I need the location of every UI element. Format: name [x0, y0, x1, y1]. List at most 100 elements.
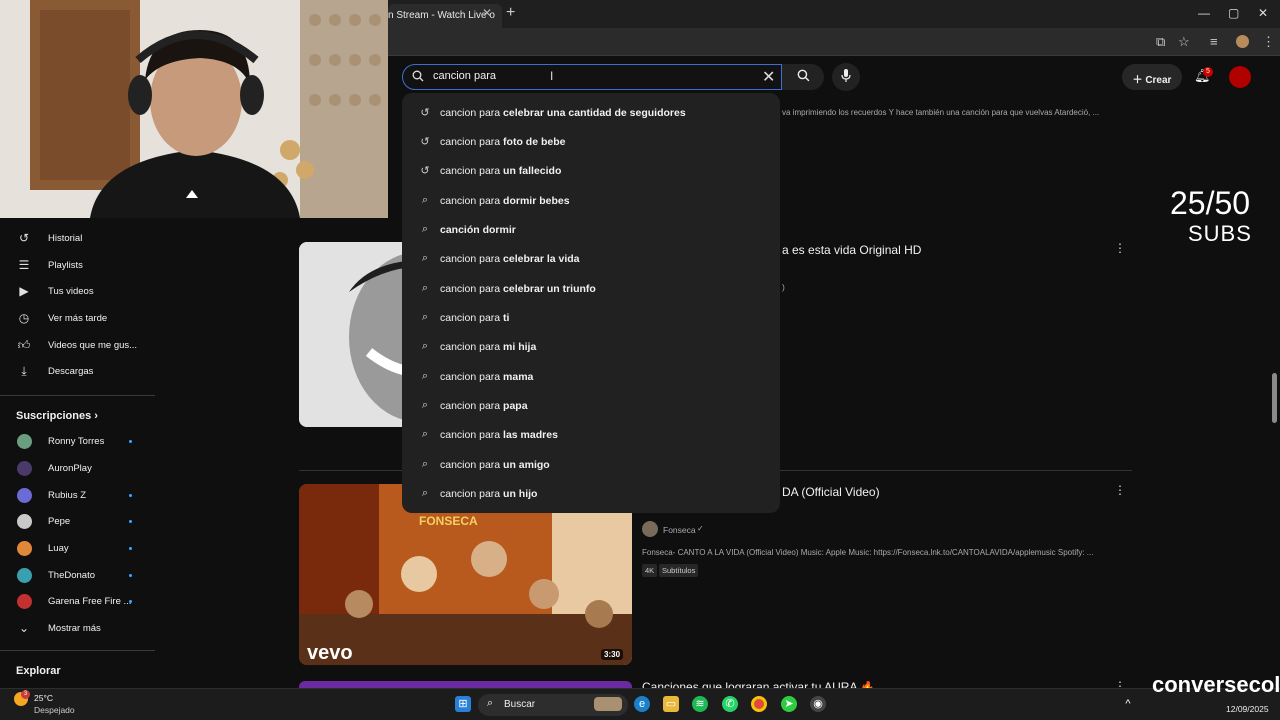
badge-4k: 4K — [642, 564, 658, 577]
video-description: Fonseca- CANTO A LA VIDA (Official Video… — [642, 548, 1094, 557]
suggestion-text: cancion para un fallecido — [440, 165, 562, 177]
video-title[interactable]: Canciones que lograran activar tu AURA 🔥 — [642, 681, 875, 688]
reading-list-icon[interactable]: ≡ — [1210, 34, 1218, 49]
video-duration: 3:30 — [601, 649, 624, 660]
plus-icon: ＋ — [1132, 75, 1146, 86]
subscription-item[interactable]: Garena Free Fire ... — [0, 589, 155, 615]
suggestion-text: cancion para foto de bebe — [440, 136, 566, 148]
suggestion-text: cancion para celebrar una cantidad de se… — [440, 107, 686, 119]
taskbar-date: 12/09/2025 — [1226, 704, 1269, 714]
subscriptions-heading[interactable]: Suscripciones › — [16, 410, 98, 422]
minimize-button[interactable]: — — [1198, 6, 1210, 20]
suggestion-item[interactable]: ⌕ cancion para mi hija — [402, 332, 780, 361]
file-explorer-icon[interactable]: ▭ — [663, 696, 679, 712]
sidebar-item-playlists[interactable]: ☰ Playlists — [0, 253, 155, 279]
new-content-dot — [129, 600, 132, 603]
video-title[interactable]: a es esta vida Original HD — [782, 243, 921, 257]
subscription-item[interactable]: Luay — [0, 536, 155, 562]
suggestion-item[interactable]: ⌕ cancion para dormir bebes — [402, 186, 780, 215]
taskbar-search-label: Buscar — [504, 699, 536, 710]
browser-menu-icon[interactable]: ⋮ — [1262, 34, 1275, 50]
weather-temperature[interactable]: 25°C — [34, 693, 53, 703]
suggestion-item[interactable]: ⌕ cancion para celebrar la vida — [402, 244, 780, 273]
video-title[interactable]: DA (Official Video) — [782, 485, 880, 499]
video-thumbnail[interactable] — [299, 681, 632, 688]
subscription-label: Pepe — [48, 516, 71, 527]
sidebar-item-label: Playlists — [48, 260, 83, 271]
subscription-label: Garena Free Fire ... — [48, 596, 132, 607]
search-input[interactable]: cancion para — [433, 70, 496, 82]
history-icon: ↺ — [420, 136, 430, 148]
more-options-icon[interactable]: ⋮ — [1114, 679, 1126, 688]
vevo-logo: vevo — [307, 642, 353, 664]
windows-start-icon[interactable]: ⊞ — [455, 696, 471, 712]
suggestion-item[interactable]: ↺ cancion para foto de bebe — [402, 127, 780, 156]
subscription-item[interactable]: Rubius Z — [0, 483, 155, 509]
edge-browser-icon[interactable]: e — [634, 696, 650, 712]
install-icon[interactable]: ⧉ — [1156, 34, 1165, 50]
subscription-item[interactable]: Pepe — [0, 509, 155, 535]
browser-profile-avatar[interactable] — [1236, 35, 1249, 48]
new-content-dot — [129, 520, 132, 523]
sidebar-item-tus-videos[interactable]: ▶︎ Tus videos — [0, 279, 155, 305]
search-highlight-icon[interactable] — [594, 697, 622, 711]
suggestion-item[interactable]: ⌕ cancion para las madres — [402, 420, 780, 449]
suggestion-item[interactable]: ↺ cancion para celebrar una cantidad de s… — [402, 98, 780, 127]
sidebar-divider — [0, 650, 155, 651]
search-icon: ⌕ — [421, 399, 429, 411]
bookmark-star-icon[interactable]: ☆ — [1178, 34, 1190, 50]
channel-avatar[interactable] — [642, 521, 658, 537]
suggestion-item[interactable]: ⌕ cancion para un amigo — [402, 450, 780, 479]
suggestion-item[interactable]: ⌕ cancion para celebrar un triunfo — [402, 274, 780, 303]
create-button[interactable]: ＋ Crear — [1122, 64, 1182, 90]
voice-search-button[interactable] — [832, 63, 860, 91]
history-icon: ↺ — [18, 231, 30, 245]
suggestion-text: cancion para un amigo — [440, 459, 550, 471]
close-window-button[interactable]: ✕ — [1258, 6, 1268, 20]
sidebar: ↺ Historial ☰ Playlists ▶︎ Tus videos ◷ … — [0, 218, 155, 688]
suggestion-item[interactable]: ⌕ cancion para papa — [402, 391, 780, 420]
search-icon: ⌕ — [421, 223, 429, 235]
search-icon — [797, 69, 809, 82]
new-tab-button[interactable]: + — [506, 4, 515, 22]
clear-search-icon[interactable]: ✕ — [762, 67, 775, 87]
channel-name[interactable]: Fonseca — [663, 525, 696, 535]
channel-avatar — [17, 541, 32, 556]
chrome-icon[interactable] — [751, 696, 767, 712]
spotify-icon[interactable]: ≋ — [692, 696, 708, 712]
subscription-item[interactable]: TheDonato — [0, 563, 155, 589]
sidebar-item-label: Historial — [48, 233, 83, 244]
sidebar-item-historial[interactable]: ↺ Historial — [0, 226, 155, 252]
verified-icon: ✓ — [697, 524, 704, 533]
sidebar-item-liked-videos[interactable]: 👍︎ Videos que me gus... — [0, 333, 155, 359]
suggestion-item[interactable]: ⌕ cancion para mama — [402, 362, 780, 391]
tray-chevron-up-icon[interactable]: ^ — [1122, 696, 1134, 712]
search-button[interactable] — [782, 64, 824, 90]
suggestion-item[interactable]: ↺ cancion para un fallecido — [402, 156, 780, 185]
more-options-icon[interactable]: ⋮ — [1114, 483, 1126, 497]
show-more-button[interactable]: ⌄ Mostrar más — [0, 616, 155, 642]
sidebar-item-descargas[interactable]: ⤓ Descargas — [0, 359, 155, 385]
tab-close-icon[interactable]: ✕ — [482, 6, 492, 20]
subscriptions-title: Suscripciones — [16, 410, 92, 422]
maximize-button[interactable]: ▢ — [1228, 6, 1239, 20]
conversecol-watermark-logo: conversecol — [1152, 672, 1280, 697]
app-icon[interactable]: ➤ — [781, 696, 797, 712]
obs-icon[interactable]: ◉ — [810, 696, 826, 712]
channel-avatar — [17, 568, 32, 583]
subscription-label: Ronny Torres — [48, 436, 105, 447]
subscription-label: Rubius Z — [48, 490, 87, 501]
whatsapp-icon[interactable]: ✆ — [722, 696, 738, 712]
more-options-icon[interactable]: ⋮ — [1114, 241, 1126, 255]
sidebar-item-ver-mas-tarde[interactable]: ◷ Ver más tarde — [0, 306, 155, 332]
account-avatar[interactable] — [1229, 66, 1251, 88]
subscription-item[interactable]: AuronPlay — [0, 456, 155, 482]
channel-avatar — [17, 514, 32, 529]
page-scrollbar-thumb[interactable] — [1272, 373, 1277, 423]
suggestion-item[interactable]: ⌕ cancion para ti — [402, 303, 780, 332]
new-content-dot — [129, 547, 132, 550]
search-suggestions-dropdown: ↺ cancion para celebrar una cantidad de s… — [402, 93, 780, 513]
suggestion-item[interactable]: ⌕ cancion para un hijo — [402, 479, 780, 508]
suggestion-item[interactable]: ⌕ canción dormir — [402, 215, 780, 244]
subscription-item[interactable]: Ronny Torres — [0, 429, 155, 455]
